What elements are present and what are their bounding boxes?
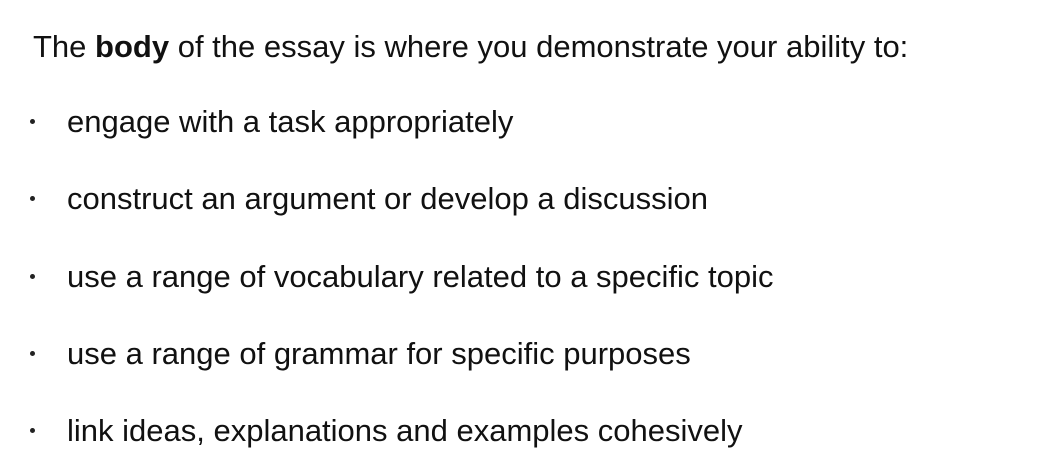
intro-text-end: of the essay is where you demonstrate yo… — [169, 29, 909, 64]
intro-sentence: The body of the essay is where you demon… — [33, 25, 908, 69]
bullet-icon — [30, 428, 35, 433]
bullet-icon — [30, 196, 35, 201]
list-item-text: engage with a task appropriately — [67, 104, 514, 139]
list-item-text: link ideas, explanations and examples co… — [67, 413, 743, 448]
slide: The body of the essay is where you demon… — [0, 0, 1052, 473]
intro-bold-term: body — [95, 29, 170, 64]
bullet-icon — [30, 351, 35, 356]
bullet-icon — [30, 274, 35, 279]
bullet-icon — [30, 119, 35, 124]
list-item-text: construct an argument or develop a discu… — [67, 181, 709, 216]
list-item-text: use a range of vocabulary related to a s… — [67, 259, 774, 294]
list-item-text: use a range of grammar for specific purp… — [67, 336, 691, 371]
intro-text-start: The — [33, 29, 96, 64]
